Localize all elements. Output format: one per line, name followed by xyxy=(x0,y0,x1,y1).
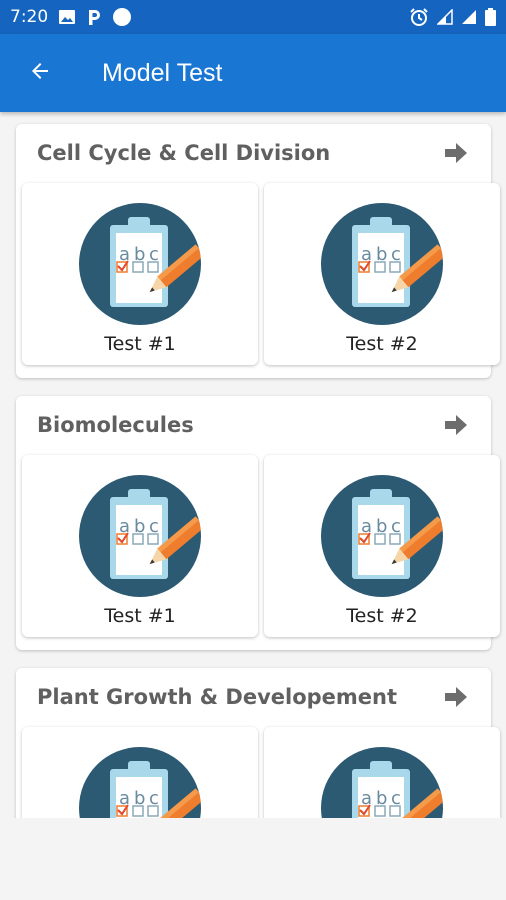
arrow-forward-icon[interactable] xyxy=(443,141,469,165)
test-label: Test #2 xyxy=(346,333,418,355)
quiz-clipboard-icon: a b c xyxy=(321,203,443,325)
section-title: Biomolecules xyxy=(37,413,194,437)
circle-icon xyxy=(112,7,132,27)
section-title: Plant Growth & Developement xyxy=(37,685,398,709)
quiz-clipboard-icon: a b c xyxy=(321,475,443,597)
section-header[interactable]: Plant Growth & Developement xyxy=(16,668,491,726)
test-card[interactable]: a b c xyxy=(22,727,258,818)
page-title: Model Test xyxy=(102,58,223,87)
test-card[interactable]: a b c xyxy=(264,727,500,818)
status-time: 7:20 xyxy=(10,7,49,27)
section-card: Biomolecules a b c Test #1 a b c Test #2 xyxy=(16,396,500,650)
test-label: Test #1 xyxy=(104,605,176,627)
test-list[interactable]: Cell Cycle & Cell Division a b c Test #1 xyxy=(0,112,506,818)
back-button[interactable] xyxy=(0,34,80,112)
section-card: Cell Cycle & Cell Division a b c Test #1 xyxy=(16,124,500,378)
section-card: Plant Growth & Developement a b c a b c xyxy=(16,668,500,818)
app-bar: Model Test xyxy=(0,34,506,112)
alarm-icon xyxy=(409,7,429,27)
status-bar: 7:20 xyxy=(0,0,506,34)
image-icon xyxy=(58,9,76,25)
quiz-clipboard-icon: a b c xyxy=(79,203,201,325)
test-label: Test #2 xyxy=(346,605,418,627)
battery-icon xyxy=(485,8,496,26)
arrow-forward-icon[interactable] xyxy=(443,413,469,437)
arrow-back-icon xyxy=(28,59,52,87)
quiz-clipboard-icon: a b c xyxy=(79,747,201,818)
signal-icon xyxy=(461,9,477,25)
quiz-clipboard-icon: a b c xyxy=(321,747,443,818)
test-label: Test #1 xyxy=(104,333,176,355)
section-title: Cell Cycle & Cell Division xyxy=(37,141,331,165)
parking-p-icon xyxy=(86,8,102,26)
test-card[interactable]: a b c Test #1 xyxy=(22,455,258,637)
test-card[interactable]: a b c Test #2 xyxy=(264,455,500,637)
signal-icon xyxy=(437,9,453,25)
section-header[interactable]: Cell Cycle & Cell Division xyxy=(16,124,491,182)
quiz-clipboard-icon: a b c xyxy=(79,475,201,597)
arrow-forward-icon[interactable] xyxy=(443,685,469,709)
test-card[interactable]: a b c Test #1 xyxy=(22,183,258,365)
section-header[interactable]: Biomolecules xyxy=(16,396,491,454)
bottom-blank-area xyxy=(0,818,506,900)
test-card[interactable]: a b c Test #2 xyxy=(264,183,500,365)
